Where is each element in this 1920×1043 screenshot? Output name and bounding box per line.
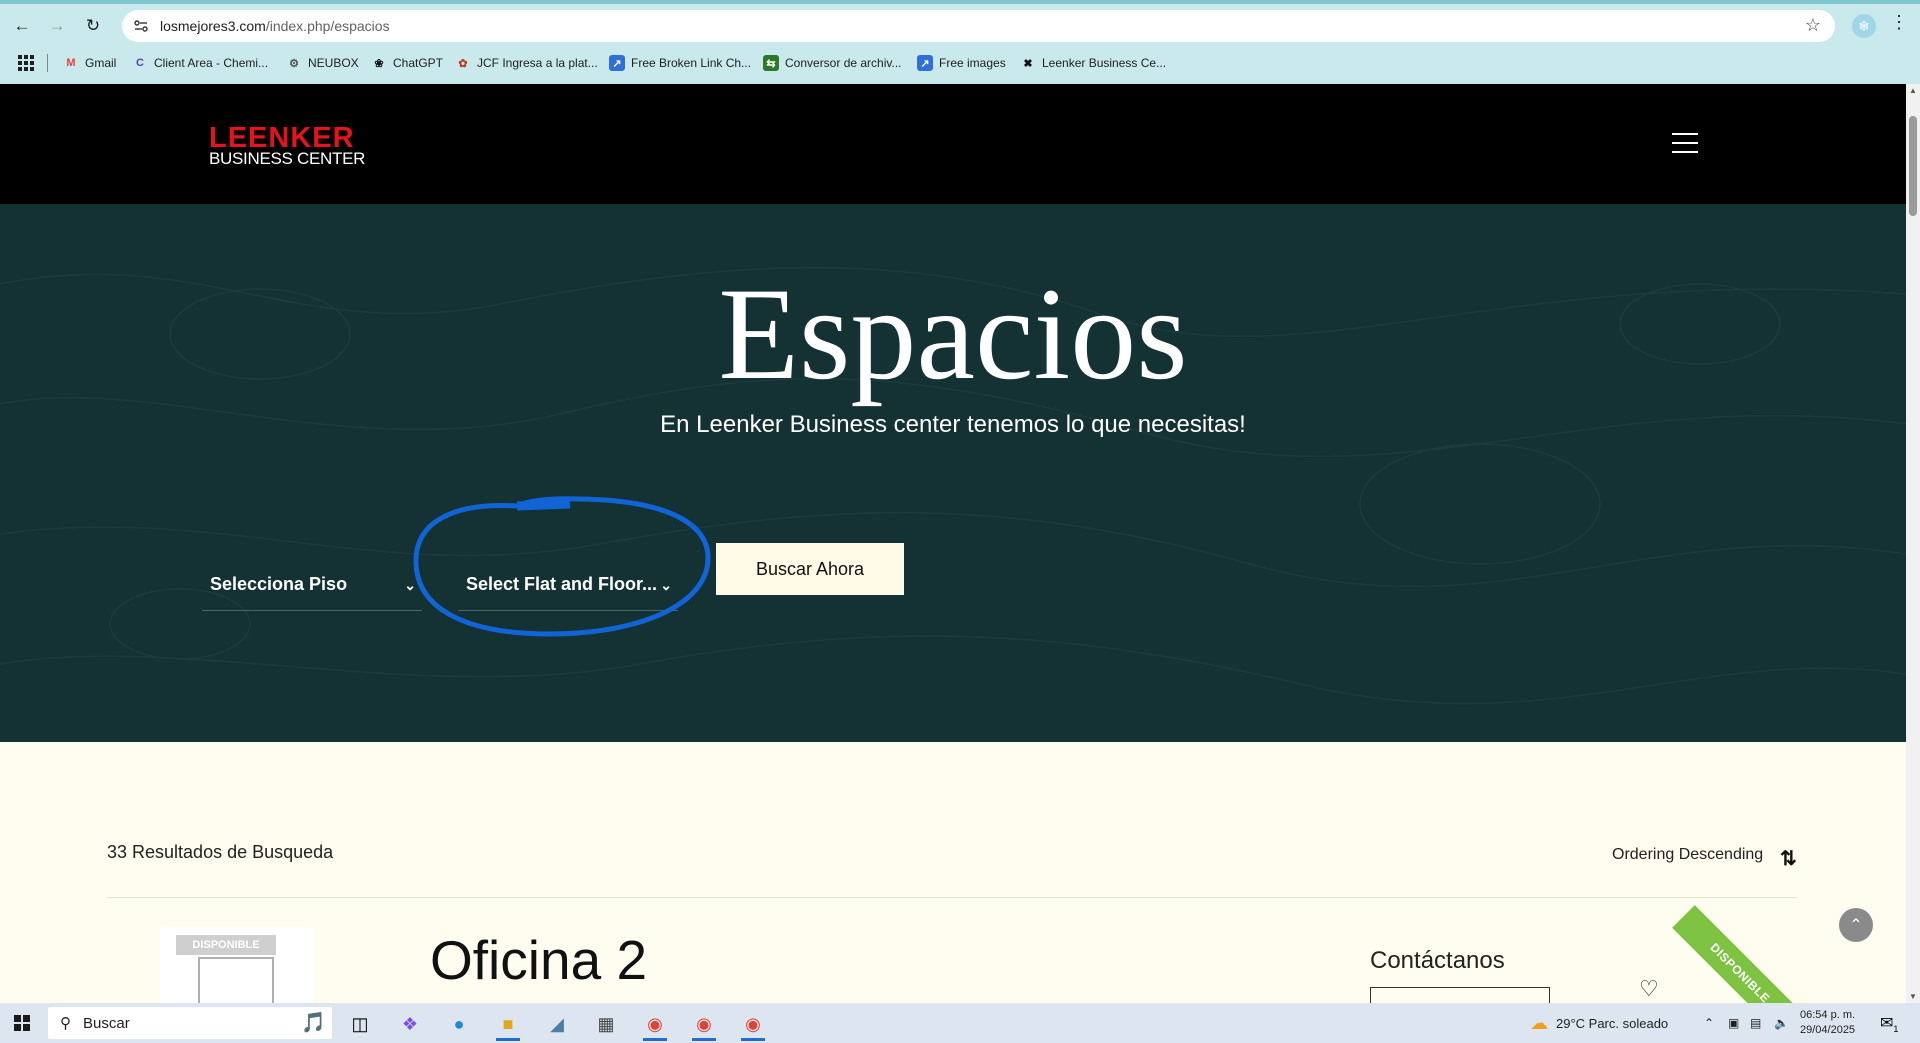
- floorplan-drawing: [198, 957, 274, 1003]
- page-subtitle: En Leenker Business center tenemos lo qu…: [660, 411, 1246, 438]
- weather-text: 29°C Parc. soleado: [1556, 1015, 1669, 1031]
- meet-icon[interactable]: ▣: [1728, 1003, 1739, 1043]
- favorite-heart-icon[interactable]: ♡: [1639, 976, 1659, 1002]
- tab-strip-edge: [0, 0, 1920, 4]
- clock-date: 29/04/2025: [1800, 1024, 1856, 1036]
- sort-toggle-icon[interactable]: ⇅: [1780, 846, 1797, 871]
- highlight-annotation: [413, 496, 711, 637]
- chrome-icon[interactable]: ◉: [635, 1007, 675, 1041]
- windows-taskbar: ⚲ Buscar 🎵 ◫ ❖ ● ■ ◢ ▦ ◉ ◉ ◉ ☁ 29°C Parc…: [0, 1003, 1920, 1043]
- forward-arrow-icon[interactable]: →: [44, 13, 70, 39]
- results-section: 33 Resultados de Busqueda Ordering Desce…: [0, 742, 1906, 1003]
- hero-section: Espacios En Leenker Business center tene…: [0, 204, 1906, 742]
- bookmark-free-images[interactable]: ↗ Free images: [917, 52, 1006, 74]
- client-area-icon: C: [136, 57, 144, 69]
- results-count: 33 Resultados de Busqueda: [107, 842, 334, 862]
- task-view-icon[interactable]: ◫: [340, 1007, 380, 1041]
- taskbar-search-placeholder: Buscar: [83, 1014, 130, 1032]
- chrome-icon[interactable]: ◉: [733, 1007, 773, 1041]
- reload-icon[interactable]: ↻: [80, 13, 106, 39]
- contact-heading: Contáctanos: [1370, 947, 1505, 974]
- bookmark-neubox[interactable]: ⚙ NEUBOX: [286, 52, 359, 74]
- system-clock[interactable]: 06:54 p. m. 29/04/2025: [1800, 1008, 1855, 1038]
- browser-menu-icon[interactable]: ⋮: [1890, 12, 1908, 33]
- joomla-icon: ✖: [1023, 57, 1033, 70]
- copilot-icon[interactable]: ❖: [390, 1007, 430, 1041]
- site-settings-icon[interactable]: [132, 17, 150, 35]
- scroll-down-arrow-icon[interactable]: ▼: [1909, 992, 1917, 1001]
- extension-icon[interactable]: ❄: [1852, 14, 1876, 38]
- edge-icon[interactable]: ●: [439, 1007, 479, 1041]
- notification-icon[interactable]: ✉1: [1880, 1013, 1898, 1034]
- bookmark-leenker[interactable]: ✖ Leenker Business Ce...: [1020, 52, 1166, 74]
- availability-badge: DISPONIBLE: [176, 935, 276, 955]
- network-icon[interactable]: ▤: [1750, 1003, 1761, 1043]
- floor-select[interactable]: Selecciona Piso ⌄: [202, 559, 422, 611]
- tray-chevron-icon[interactable]: ⌃: [1704, 1003, 1714, 1043]
- gmail-icon: M: [66, 57, 76, 69]
- apps-grid-icon[interactable]: [18, 55, 34, 71]
- clock-time: 06:54 p. m.: [1800, 1009, 1856, 1021]
- app-icon[interactable]: ◢: [537, 1007, 577, 1041]
- neubox-icon: ⚙: [289, 57, 299, 70]
- scroll-up-arrow-icon[interactable]: ▲: [1909, 86, 1917, 95]
- browser-chrome: ← → ↻ losmejores3.com/index.php/espacios…: [0, 0, 1920, 84]
- jcf-icon: ✿: [458, 57, 468, 70]
- bookmark-separator: [47, 54, 48, 72]
- bookmark-chatgpt[interactable]: ❀ ChatGPT: [371, 52, 443, 74]
- weather-widget[interactable]: ☁ 29°C Parc. soleado: [1530, 1003, 1668, 1043]
- back-to-top-button[interactable]: ⌃: [1839, 908, 1873, 942]
- back-arrow-icon[interactable]: ←: [9, 13, 35, 39]
- floorplan-thumbnail[interactable]: DISPONIBLE: [160, 927, 314, 1003]
- logo-main-text: LEENKER: [209, 122, 355, 154]
- search-highlight-icon: 🎵: [301, 1012, 326, 1034]
- hamburger-menu-icon[interactable]: [1672, 133, 1698, 153]
- scrollbar-thumb[interactable]: [1909, 116, 1917, 216]
- logo-sub-text: BUSINESS CENTER: [209, 149, 366, 168]
- address-bar[interactable]: losmejores3.com/index.php/espacios ☆: [122, 10, 1835, 42]
- site-header: LEENKER BUSINESS CENTER: [0, 84, 1906, 204]
- bookmark-gmail[interactable]: M Gmail: [63, 52, 116, 74]
- listing-title[interactable]: Oficina 2: [430, 928, 647, 992]
- bookmark-client-area[interactable]: C Client Area - Chemi...: [132, 52, 268, 74]
- volume-icon[interactable]: 🔈: [1774, 1003, 1789, 1043]
- site-logo[interactable]: LEENKER BUSINESS CENTER: [209, 122, 366, 168]
- broken-link-icon: ↗: [609, 55, 625, 71]
- results-divider: [107, 897, 1797, 898]
- url-text: losmejores3.com/index.php/espacios: [160, 18, 390, 34]
- ordering-label[interactable]: Ordering Descending: [1612, 846, 1763, 864]
- floor-select-label: Selecciona Piso: [210, 574, 348, 594]
- contact-form-box: [1370, 987, 1550, 1003]
- bookmark-broken-link[interactable]: ↗ Free Broken Link Ch...: [609, 52, 751, 74]
- file-explorer-icon[interactable]: ■: [488, 1007, 528, 1041]
- search-icon: ⚲: [60, 1015, 71, 1032]
- bookmark-star-icon[interactable]: ☆: [1805, 15, 1821, 36]
- notification-count: 1: [1893, 1024, 1899, 1035]
- converter-icon: ⇆: [763, 55, 779, 71]
- page-scrollbar[interactable]: ▲ ▼: [1906, 84, 1920, 1003]
- availability-ribbon: DISPONIBLE: [1672, 905, 1808, 1003]
- windows-start-icon[interactable]: [14, 1015, 30, 1031]
- bookmark-jcf[interactable]: ✿ JCF Ingresa a la plat...: [455, 52, 597, 74]
- chatgpt-icon: ❀: [374, 57, 384, 70]
- bookmark-converter[interactable]: ⇆ Conversor de archiv...: [763, 52, 902, 74]
- chrome-icon[interactable]: ◉: [684, 1007, 724, 1041]
- weather-icon: ☁: [1530, 1012, 1548, 1033]
- page-title: Espacios: [718, 260, 1188, 407]
- search-now-button[interactable]: Buscar Ahora: [716, 543, 904, 595]
- taskbar-search[interactable]: ⚲ Buscar 🎵: [48, 1007, 332, 1039]
- calculator-icon[interactable]: ▦: [586, 1007, 626, 1041]
- free-images-icon: ↗: [917, 55, 933, 71]
